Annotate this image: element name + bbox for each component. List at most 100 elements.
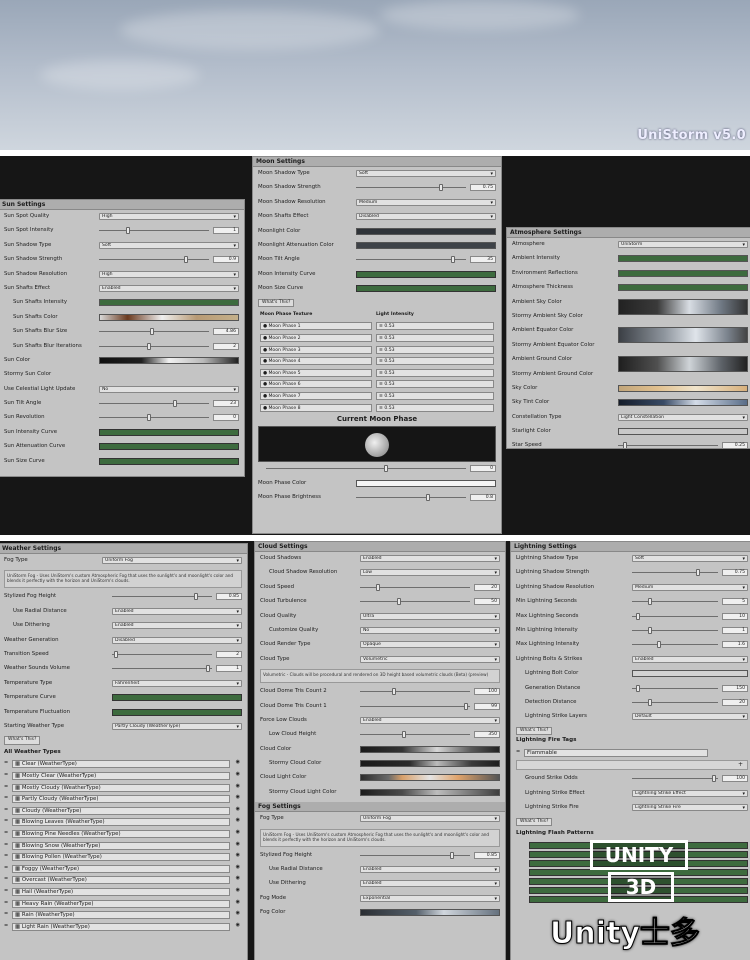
list-item[interactable]: = ▦ Blowing Pine Needles (WeatherType) ◉ <box>4 828 242 840</box>
sun-shafts-effect-dropdown[interactable]: Enabled <box>99 284 239 292</box>
list-item[interactable]: = ▦ Heavy Rain (WeatherType) ◉ <box>4 898 242 910</box>
fog-type-dropdown[interactable]: Uniform Fog <box>360 815 500 823</box>
object-picker-icon[interactable]: ◉ <box>236 829 240 835</box>
object-picker-icon[interactable]: ◉ <box>236 911 240 916</box>
temperature-curve-curve-field[interactable] <box>112 694 242 702</box>
list-item[interactable]: = ▦ Cloudy (WeatherType) ◉ <box>4 805 242 817</box>
object-picker-icon[interactable]: ◉ <box>236 783 240 789</box>
cloud-light-color-color-swatch[interactable] <box>360 774 500 782</box>
weather-type-field[interactable]: ▦ Mostly Clear (WeatherType) <box>12 771 230 780</box>
lightning-bolt-color-color-swatch[interactable] <box>632 670 748 678</box>
whats-this-button[interactable]: What's This? <box>258 298 295 308</box>
list-item[interactable]: = Flammable <box>516 747 748 759</box>
max-lightning-seconds-slider[interactable]: 10 <box>632 612 748 620</box>
cloud-dome-tris-count-1-slider[interactable]: 99 <box>360 702 500 710</box>
weather-type-field[interactable]: ▦ Cloudy (WeatherType) <box>12 806 230 815</box>
phase-texture-field[interactable]: ● Moon Phase 4 <box>260 357 372 366</box>
cloud-speed-slider[interactable]: 20 <box>360 583 500 591</box>
lightning-strike-fire-dropdown[interactable]: Lightning Strike Fire <box>632 804 748 812</box>
sun-shafts-color-color-swatch[interactable] <box>99 313 239 321</box>
list-item[interactable]: = ▦ Mostly Clear (WeatherType) ◉ <box>4 770 242 782</box>
cloud-dome-tris-count-2-slider[interactable]: 100 <box>360 688 500 696</box>
ground-strike-odds-slider[interactable]: 100 <box>632 775 748 783</box>
cloud-shadow-resolution-dropdown[interactable]: Low <box>360 569 500 577</box>
detection-distance-slider[interactable]: 20 <box>632 698 748 706</box>
use-radial-distance-dropdown[interactable]: Enabled <box>360 866 500 874</box>
object-picker-icon[interactable]: ◉ <box>236 841 240 847</box>
drag-handle-icon[interactable]: = <box>516 749 520 755</box>
lightning-strike-effect-dropdown[interactable]: Lightning Strike Effect <box>632 789 748 797</box>
cloud-turbulence-slider[interactable]: 50 <box>360 598 500 606</box>
drag-handle-icon[interactable]: = <box>4 784 8 790</box>
list-item[interactable]: = ▦ Blowing Snow (WeatherType) ◉ <box>4 840 242 852</box>
low-cloud-height-slider[interactable]: 350 <box>360 731 500 739</box>
sun-spot-intensity-slider[interactable]: 1 <box>99 227 239 235</box>
fog-type-dropdown[interactable]: Uniform Fog <box>102 557 242 564</box>
environment-reflections-color-swatch[interactable] <box>618 269 748 277</box>
force-low-clouds-dropdown[interactable]: Enabled <box>360 716 500 724</box>
weather-type-field[interactable]: ▦ Clear (WeatherType) <box>12 760 230 769</box>
cloud-shadows-dropdown[interactable]: Enabled <box>360 555 500 562</box>
object-picker-icon[interactable]: ◉ <box>236 864 240 870</box>
fog-mode-dropdown[interactable]: Exponential <box>360 894 500 902</box>
stylized-fog-height-slider[interactable]: 0.85 <box>360 851 500 859</box>
object-picker-icon[interactable]: ◉ <box>236 853 240 858</box>
drag-handle-icon[interactable]: = <box>4 830 8 836</box>
object-picker-icon[interactable]: ◉ <box>236 818 240 823</box>
phase-intensity-field[interactable]: ≡ 0.53 <box>376 322 494 331</box>
list-item[interactable]: = ▦ Partly Cloudy (WeatherType) ◉ <box>4 793 242 805</box>
moon-intensity-curve-curve-field[interactable] <box>356 270 496 278</box>
moon-shadow-strength-slider[interactable]: 0.75 <box>356 184 496 192</box>
list-item[interactable]: = ▦ Blowing Leaves (WeatherType) ◉ <box>4 816 242 828</box>
use-celestial-light-update-dropdown[interactable]: No <box>99 385 239 393</box>
drag-handle-icon[interactable]: = <box>4 854 8 859</box>
sun-size-curve-curve-field[interactable] <box>99 457 239 465</box>
weather-type-field[interactable]: ▦ Rain (WeatherType) <box>12 911 230 920</box>
temperature-fluctuation-curve-field[interactable] <box>112 708 242 716</box>
drag-handle-icon[interactable]: = <box>4 761 8 766</box>
sun-revolution-slider[interactable]: 0 <box>99 414 239 422</box>
fog-color-color-swatch[interactable] <box>360 909 500 917</box>
phase-intensity-field[interactable]: ≡ 0.53 <box>376 357 494 366</box>
moonlight-attenuation-color-color-swatch[interactable] <box>356 241 496 249</box>
star-speed-slider[interactable]: 0.25 <box>618 442 748 448</box>
generation-distance-slider[interactable]: 150 <box>632 684 748 692</box>
sun-shadow-resolution-dropdown[interactable]: High <box>99 270 239 278</box>
sky-tint-color-color-swatch[interactable] <box>618 399 748 407</box>
add-icon[interactable]: + <box>738 762 743 768</box>
object-picker-icon[interactable]: ◉ <box>236 760 240 765</box>
weather-type-field[interactable]: ▦ Heavy Rain (WeatherType) <box>12 899 230 908</box>
drag-handle-icon[interactable]: = <box>4 923 8 929</box>
min-lightning-intensity-slider[interactable]: 1 <box>632 626 748 634</box>
lightning-strike-layers-dropdown[interactable]: Default <box>632 713 748 721</box>
weather-type-field[interactable]: ▦ Overcast (WeatherType) <box>12 876 230 885</box>
stormy-cloud-color-color-swatch[interactable] <box>360 760 500 768</box>
sun-shafts-blur-iterations-slider[interactable]: 2 <box>99 342 239 350</box>
phase-texture-field[interactable]: ● Moon Phase 7 <box>260 391 372 400</box>
weather-generation-dropdown[interactable]: Disabled <box>112 636 242 644</box>
moon-size-curve-curve-field[interactable] <box>356 285 496 293</box>
weather-type-field[interactable]: ▦ Hail (WeatherType) <box>12 887 230 896</box>
sun-shadow-type-dropdown[interactable]: Soft <box>99 241 239 249</box>
stylized-fog-height-slider[interactable]: 0.85 <box>112 593 242 601</box>
sun-shadow-strength-slider[interactable]: 0.9 <box>99 256 239 264</box>
starting-weather-type-dropdown[interactable]: Partly Cloudy (WeatherType) <box>112 722 242 730</box>
drag-handle-icon[interactable]: = <box>4 796 8 801</box>
lightning-shadow-resolution-dropdown[interactable]: Medium <box>632 583 748 591</box>
phase-intensity-field[interactable]: ≡ 0.53 <box>376 380 494 389</box>
drag-handle-icon[interactable]: = <box>4 842 8 848</box>
atmosphere-dropdown[interactable]: UniStorm <box>618 241 748 248</box>
weather-type-field[interactable]: ▦ Blowing Snow (WeatherType) <box>12 841 230 850</box>
sun-shafts-blur-size-slider[interactable]: 4.86 <box>99 328 239 336</box>
drag-handle-icon[interactable]: = <box>4 807 8 813</box>
moon-shadow-resolution-dropdown[interactable]: Medium <box>356 198 496 206</box>
sun-shafts-intensity-color-swatch[interactable] <box>99 299 239 307</box>
cloud-render-type-dropdown[interactable]: Opaque <box>360 641 500 649</box>
phase-texture-field[interactable]: ● Moon Phase 2 <box>260 334 372 342</box>
weather-type-field[interactable]: ▦ Blowing Pollen (WeatherType) <box>12 853 230 862</box>
phase-texture-field[interactable]: ● Moon Phase 1 <box>260 322 372 331</box>
drag-handle-icon[interactable]: = <box>4 912 8 917</box>
sun-color-color-swatch[interactable] <box>99 356 239 364</box>
moon-shadow-type-dropdown[interactable]: Soft <box>356 170 496 177</box>
list-item[interactable]: = ▦ Hail (WeatherType) ◉ <box>4 886 242 898</box>
